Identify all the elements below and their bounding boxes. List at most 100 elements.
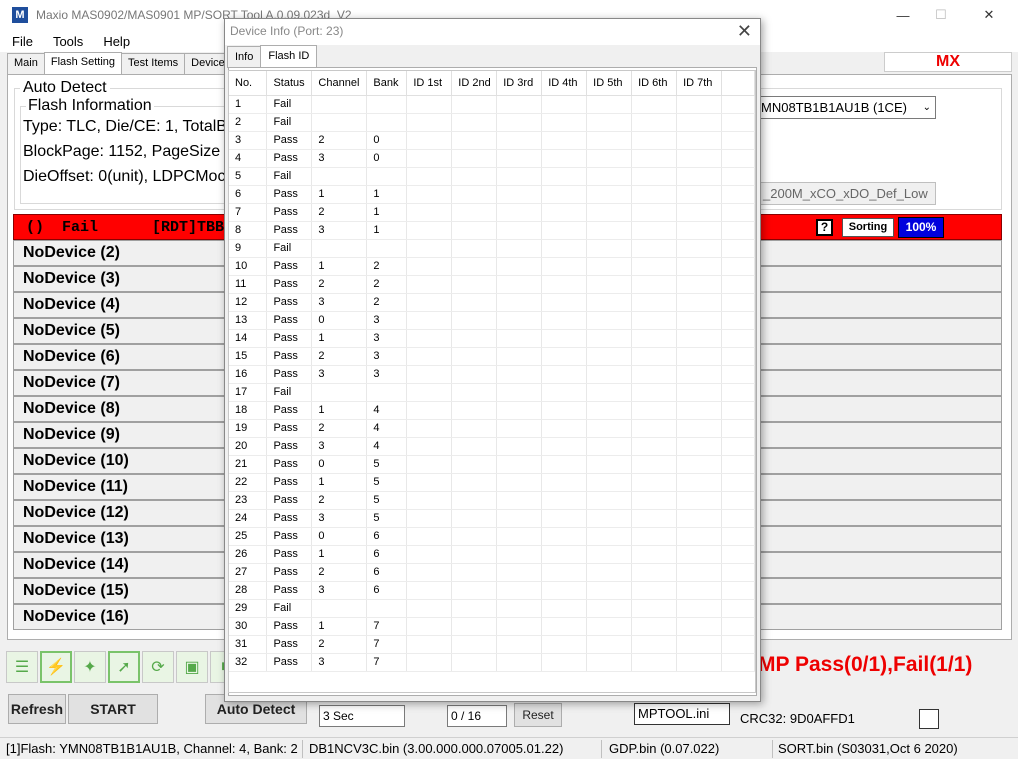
reset-button[interactable]: Reset (514, 703, 562, 727)
row-bank-cell: 7 (366, 617, 408, 636)
row-bank-cell: 1 (366, 203, 408, 222)
table-row[interactable]: 11 Pass 2 2 (229, 275, 755, 294)
table-row[interactable]: 4 Pass 3 0 (229, 149, 755, 168)
maximize-button[interactable]: ☐ (918, 0, 964, 30)
column-header[interactable]: Status (266, 71, 313, 96)
refresh-button[interactable]: Refresh (8, 694, 66, 724)
cursor-icon[interactable]: ➚ (108, 651, 140, 683)
option-checkbox[interactable] (919, 709, 939, 729)
block-page-line: BlockPage: 1152, PageSize (23, 143, 221, 160)
auto-detect-label: Auto Detect (20, 79, 110, 97)
table-row[interactable]: 32 Pass 3 7 (229, 653, 755, 672)
flash-id-table: No. Status Channel Bank ID 1st ID 2nd ID… (228, 70, 756, 693)
column-header[interactable]: No. (229, 71, 268, 96)
menu-file[interactable]: File (0, 34, 41, 49)
id-byte-cell (541, 653, 588, 672)
table-row[interactable]: 13 Pass 0 3 (229, 311, 755, 330)
id-byte-cell (451, 257, 498, 276)
column-header[interactable]: ID 1st (406, 71, 453, 96)
table-row[interactable]: 26 Pass 1 6 (229, 545, 755, 564)
list-icon[interactable]: ☰ (6, 651, 38, 683)
table-row[interactable]: 18 Pass 1 4 (229, 401, 755, 420)
column-header[interactable]: ID 6th (631, 71, 678, 96)
menu-help[interactable]: Help (91, 34, 138, 49)
table-row[interactable]: 1 Fail (229, 95, 755, 114)
lightning-icon[interactable]: ⚡ (40, 651, 72, 683)
id-byte-cell (496, 437, 543, 456)
close-icon[interactable]: ✕ (737, 21, 752, 42)
id-byte-cell (496, 401, 543, 420)
table-row[interactable]: 28 Pass 3 6 (229, 581, 755, 600)
lock-icon[interactable]: ▣ (176, 651, 208, 683)
table-row[interactable]: 21 Pass 0 5 (229, 455, 755, 474)
id-byte-cell (676, 95, 723, 114)
id-byte-cell (631, 167, 678, 186)
id-byte-cell (451, 149, 498, 168)
menu-tools[interactable]: Tools (41, 34, 91, 49)
column-header[interactable]: ID 5th (586, 71, 633, 96)
table-row[interactable]: 15 Pass 2 3 (229, 347, 755, 366)
ini-file-field[interactable]: MPTOOL.ini (634, 703, 730, 725)
table-row[interactable]: 16 Pass 3 3 (229, 365, 755, 384)
table-row[interactable]: 31 Pass 2 7 (229, 635, 755, 654)
table-row[interactable]: 8 Pass 3 1 (229, 221, 755, 240)
id-byte-cell (496, 185, 543, 204)
table-row[interactable]: 10 Pass 1 2 (229, 257, 755, 276)
id-byte-cell (541, 383, 588, 402)
flash-part-select[interactable]: MN08TB1B1AU1B (1CE) ⌄ (758, 96, 936, 119)
column-header[interactable]: ID 3rd (496, 71, 543, 96)
close-button[interactable]: ✕ (966, 0, 1012, 30)
column-header[interactable]: ID 7th (676, 71, 723, 96)
table-row[interactable]: 20 Pass 3 4 (229, 437, 755, 456)
table-row[interactable]: 5 Fail (229, 167, 755, 186)
column-header[interactable]: ID 4th (541, 71, 588, 96)
id-byte-cell (451, 95, 498, 114)
table-row[interactable]: 7 Pass 2 1 (229, 203, 755, 222)
table-row[interactable]: 17 Fail (229, 383, 755, 402)
table-row[interactable]: 19 Pass 2 4 (229, 419, 755, 438)
table-row[interactable]: 3 Pass 2 0 (229, 131, 755, 150)
help-button[interactable]: ? (816, 219, 833, 236)
table-row[interactable]: 29 Fail (229, 599, 755, 618)
id-byte-cell (721, 293, 755, 312)
id-byte-cell (676, 617, 723, 636)
column-header[interactable]: Channel (311, 71, 368, 96)
table-row[interactable]: 9 Fail (229, 239, 755, 258)
table-row[interactable]: 30 Pass 1 7 (229, 617, 755, 636)
tab-test-items[interactable]: Test Items (121, 53, 186, 74)
id-byte-cell (586, 131, 633, 150)
pin-icon[interactable]: ✦ (74, 651, 106, 683)
row-channel-cell: 3 (311, 581, 368, 600)
id-byte-cell (676, 599, 723, 618)
table-row[interactable]: 23 Pass 2 5 (229, 491, 755, 510)
id-byte-cell (496, 545, 543, 564)
table-row[interactable]: 24 Pass 3 5 (229, 509, 755, 528)
table-row[interactable]: 27 Pass 2 6 (229, 563, 755, 582)
id-byte-cell (721, 491, 755, 510)
id-byte-cell (496, 167, 543, 186)
interval-field[interactable]: 3 Sec (319, 705, 405, 727)
table-row[interactable]: 25 Pass 0 6 (229, 527, 755, 546)
id-byte-cell (721, 275, 755, 294)
tab-flash-id[interactable]: Flash ID (260, 45, 318, 68)
tab-info[interactable]: Info (227, 46, 262, 68)
id-byte-cell (631, 653, 678, 672)
tab-flash-setting[interactable]: Flash Setting (43, 52, 123, 74)
table-row[interactable]: 12 Pass 3 2 (229, 293, 755, 312)
id-byte-cell (586, 365, 633, 384)
setting-file-field[interactable]: _200M_xCO_xDO_Def_Low (758, 182, 936, 205)
column-header[interactable]: ID 2nd (451, 71, 498, 96)
table-row[interactable]: 2 Fail (229, 113, 755, 132)
table-row[interactable]: 6 Pass 1 1 (229, 185, 755, 204)
start-button[interactable]: START (68, 694, 158, 724)
tab-main[interactable]: Main (7, 53, 45, 74)
table-row[interactable]: 14 Pass 1 3 (229, 329, 755, 348)
column-header[interactable]: Bank (366, 71, 408, 96)
refresh-cycle-icon[interactable]: ⟳ (142, 651, 174, 683)
id-byte-cell (631, 473, 678, 492)
id-byte-cell (541, 509, 588, 528)
row-bank-cell: 3 (366, 347, 408, 366)
sorting-button[interactable]: Sorting (842, 218, 894, 237)
id-byte-cell (721, 257, 755, 276)
table-row[interactable]: 22 Pass 1 5 (229, 473, 755, 492)
